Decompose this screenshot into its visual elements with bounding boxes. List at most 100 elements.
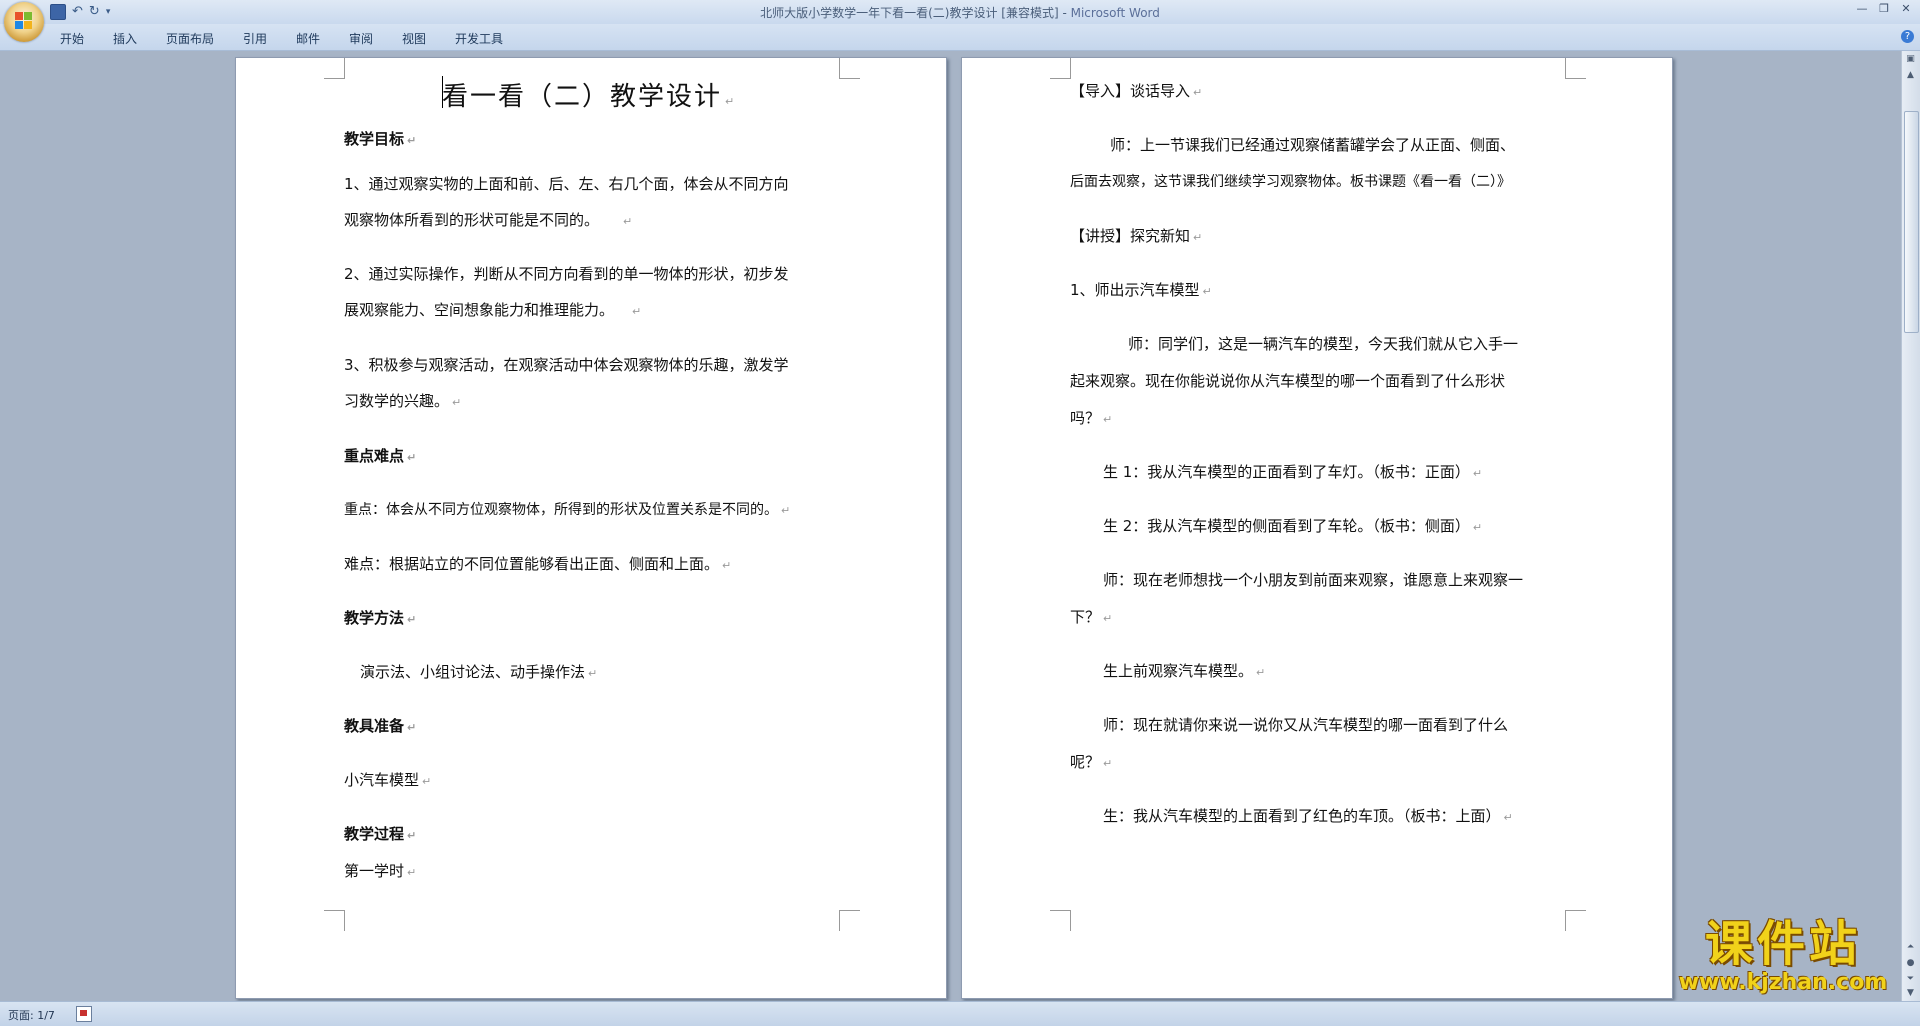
window-title: 北师大版小学数学一年下看一看(二)教学设计 [兼容模式] - Microsoft… bbox=[0, 4, 1920, 21]
window-controls: — ❐ ✕ bbox=[1856, 2, 1912, 15]
ruler-toggle-icon[interactable]: ▣ bbox=[1904, 53, 1917, 66]
paragraph-line[interactable]: 1、通过观察实物的上面和前、后、左、右几个面，体会从不同方向 bbox=[344, 173, 789, 194]
help-icon[interactable]: ? bbox=[1901, 30, 1914, 43]
page-2[interactable]: 【导入】谈话导入 ↵ 师：上一节课我们已经通过观察储蓄罐学会了从正面、侧面、 后面… bbox=[961, 57, 1673, 999]
tab-insert[interactable]: 插入 bbox=[113, 30, 137, 47]
line-text: 教学方法 bbox=[344, 609, 405, 627]
scroll-up-icon[interactable]: ▲ bbox=[1904, 69, 1917, 82]
scroll-thumb[interactable] bbox=[1904, 111, 1919, 333]
line-text: 下？ bbox=[1070, 608, 1101, 626]
line-text: 【讲授】探究新知 bbox=[1070, 227, 1191, 245]
paragraph-line[interactable]: 呢？ ↵ bbox=[1070, 751, 1112, 772]
paragraph-line[interactable]: 2、通过实际操作，判断从不同方向看到的单一物体的形状，初步发 bbox=[344, 263, 789, 284]
paragraph-line[interactable]: 【导入】谈话导入 ↵ bbox=[1070, 80, 1202, 101]
line-text: 重点：体会从不同方位观察物体，所得到的形状及位置关系是不同的。 bbox=[344, 502, 778, 518]
paragraph-line[interactable]: 师：同学们，这是一辆汽车的模型，今天我们就从它入手一 bbox=[1128, 333, 1518, 354]
paragraph-line[interactable]: 3、积极参与观察活动，在观察活动中体会观察物体的乐趣，激发学 bbox=[344, 354, 789, 375]
crop-mark bbox=[839, 910, 860, 931]
scroll-down-icon[interactable]: ▼ bbox=[1904, 987, 1917, 1000]
line-text: 教具准备 bbox=[344, 717, 405, 735]
line-text: 2、通过实际操作，判断从不同方向看到的单一物体的形状，初步发 bbox=[344, 265, 789, 283]
paragraph-line[interactable]: 第一学时 ↵ bbox=[344, 860, 416, 881]
line-text: 起来观察。现在你能说说你从汽车模型的哪一个面看到了什么形状 bbox=[1070, 372, 1506, 390]
line-text: 吗？ bbox=[1070, 409, 1101, 427]
tab-references[interactable]: 引用 bbox=[243, 30, 267, 47]
paragraph-line[interactable]: 下？ ↵ bbox=[1070, 606, 1112, 627]
page-1[interactable]: 看一看（二）教学设计 ↵ 教学目标 ↵ 1、通过观察实物的上面和前、后、左、右几个面… bbox=[235, 57, 947, 999]
line-text: 【导入】谈话导入 bbox=[1070, 82, 1191, 100]
next-page-icon[interactable]: ⏷ bbox=[1904, 973, 1917, 986]
paragraph-line[interactable]: 师：上一节课我们已经通过观察储蓄罐学会了从正面、侧面、 bbox=[1110, 134, 1515, 155]
previous-page-icon[interactable]: ⏶ bbox=[1904, 941, 1917, 954]
line-text: 教学过程 bbox=[344, 825, 405, 843]
line-text: 生上前观察汽车模型。 bbox=[1103, 662, 1254, 680]
crop-mark bbox=[839, 58, 860, 79]
tab-page-layout[interactable]: 页面布局 bbox=[166, 30, 214, 47]
paragraph-line[interactable]: 小汽车模型 ↵ bbox=[344, 769, 431, 790]
line-text: 生 2：我从汽车模型的侧面看到了车轮。（板书：侧面） bbox=[1103, 517, 1470, 535]
line-text: 习数学的兴趣。 bbox=[344, 392, 450, 410]
paragraph-line[interactable]: 习数学的兴趣。 ↵ bbox=[344, 390, 461, 411]
paragraph-line[interactable]: 吗？ ↵ bbox=[1070, 407, 1112, 428]
tab-developer[interactable]: 开发工具 bbox=[455, 30, 503, 47]
title-bar: ↶ ↻ ▾ 北师大版小学数学一年下看一看(二)教学设计 [兼容模式] - Mic… bbox=[0, 0, 1920, 42]
crop-mark bbox=[1050, 910, 1071, 931]
heading-teaching-aids[interactable]: 教具准备 ↵ bbox=[344, 715, 416, 736]
heading-text: 看一看（二）教学设计 bbox=[442, 82, 723, 112]
paragraph-line[interactable]: 生：我从汽车模型的上面看到了红色的车顶。（板书：上面） ↵ bbox=[1103, 805, 1513, 826]
tab-review[interactable]: 审阅 bbox=[349, 30, 373, 47]
document-heading[interactable]: 看一看（二）教学设计 ↵ bbox=[442, 76, 736, 113]
ribbon-tabs: 开始 插入 页面布局 引用 邮件 审阅 视图 开发工具 ? bbox=[0, 24, 1920, 51]
watermark-url: www.kjzhan.com bbox=[1678, 970, 1888, 995]
line-text: 第一学时 bbox=[344, 862, 405, 880]
select-browse-object-icon[interactable]: ● bbox=[1904, 957, 1917, 970]
paragraph-line[interactable]: 展观察能力、空间想象能力和推理能力。 ↵ bbox=[344, 299, 641, 320]
document-area: 看一看（二）教学设计 ↵ 教学目标 ↵ 1、通过观察实物的上面和前、后、左、右几个面… bbox=[0, 51, 1902, 1001]
paragraph-line[interactable]: 1、师出示汽车模型 ↵ bbox=[1070, 279, 1212, 300]
close-icon[interactable]: ✕ bbox=[1900, 2, 1912, 15]
line-text: 重点难点 bbox=[344, 447, 405, 465]
proofing-status-icon[interactable] bbox=[76, 1006, 92, 1022]
office-button[interactable] bbox=[4, 2, 44, 42]
paragraph-line[interactable]: 后面去观察，这节课我们继续学习观察物体。板书课题《看一看（二）》 bbox=[1070, 171, 1511, 191]
minimize-icon[interactable]: — bbox=[1856, 2, 1868, 15]
paragraph-line[interactable]: 师：现在老师想找一个小朋友到前面来观察，谁愿意上来观察一 bbox=[1103, 569, 1523, 590]
paragraph-line[interactable]: 演示法、小组讨论法、动手操作法 ↵ bbox=[360, 661, 597, 682]
line-text: 师：上一节课我们已经通过观察储蓄罐学会了从正面、侧面、 bbox=[1110, 136, 1516, 154]
heading-teaching-goals[interactable]: 教学目标 ↵ bbox=[344, 128, 416, 149]
tab-view[interactable]: 视图 bbox=[402, 30, 426, 47]
heading-key-points[interactable]: 重点难点 ↵ bbox=[344, 445, 416, 466]
line-text: 教学目标 bbox=[344, 130, 405, 148]
line-text: 演示法、小组讨论法、动手操作法 bbox=[360, 663, 586, 681]
paragraph-line[interactable]: 生 1：我从汽车模型的正面看到了车灯。（板书：正面） ↵ bbox=[1103, 461, 1482, 482]
paragraph-line[interactable]: 【讲授】探究新知 ↵ bbox=[1070, 225, 1202, 246]
watermark-name: 课件站 bbox=[1704, 916, 1861, 972]
vertical-scrollbar[interactable]: ▣ ▲ ⏶ ● ⏷ ▼ bbox=[1901, 51, 1920, 1001]
office-logo-icon bbox=[15, 12, 33, 30]
line-text: 师：现在就请你来说一说你又从汽车模型的哪一面看到了什么 bbox=[1103, 716, 1509, 734]
app-name: Microsoft Word bbox=[1070, 6, 1160, 20]
paragraph-line[interactable]: 重点：体会从不同方位观察物体，所得到的形状及位置关系是不同的。 ↵ bbox=[344, 499, 790, 519]
tab-mailings[interactable]: 邮件 bbox=[296, 30, 320, 47]
paragraph-line[interactable]: 观察物体所看到的形状可能是不同的。 ↵ bbox=[344, 209, 632, 230]
line-text: 呢？ bbox=[1070, 753, 1101, 771]
paragraph-line[interactable]: 起来观察。现在你能说说你从汽车模型的哪一个面看到了什么形状 bbox=[1070, 370, 1505, 391]
document-title: 北师大版小学数学一年下看一看(二)教学设计 [兼容模式] - bbox=[760, 6, 1071, 20]
tab-home[interactable]: 开始 bbox=[60, 30, 84, 47]
heading-teaching-method[interactable]: 教学方法 ↵ bbox=[344, 607, 416, 628]
crop-mark bbox=[1565, 910, 1586, 931]
line-text: 后面去观察，这节课我们继续学习观察物体。板书课题《看一看（二）》 bbox=[1070, 174, 1511, 190]
paragraph-line[interactable]: 师：现在就请你来说一说你又从汽车模型的哪一面看到了什么 bbox=[1103, 714, 1508, 735]
line-text: 1、师出示汽车模型 bbox=[1070, 281, 1200, 299]
page-number-status[interactable]: 页面: 1/7 bbox=[8, 1007, 55, 1023]
watermark-logo: 课件站 www.kjzhan.com bbox=[1668, 918, 1898, 996]
line-text: 观察物体所看到的形状可能是不同的。 bbox=[344, 211, 600, 229]
restore-icon[interactable]: ❐ bbox=[1878, 2, 1890, 15]
line-text: 生 1：我从汽车模型的正面看到了车灯。（板书：正面） bbox=[1103, 463, 1470, 481]
paragraph-line[interactable]: 生 2：我从汽车模型的侧面看到了车轮。（板书：侧面） ↵ bbox=[1103, 515, 1482, 536]
paragraph-line[interactable]: 难点：根据站立的不同位置能够看出正面、侧面和上面。 ↵ bbox=[344, 553, 731, 574]
paragraph-line[interactable]: 生上前观察汽车模型。 ↵ bbox=[1103, 660, 1265, 681]
crop-mark bbox=[1050, 58, 1071, 79]
status-bar: 页面: 1/7 bbox=[0, 1001, 1920, 1026]
heading-teaching-process[interactable]: 教学过程 ↵ bbox=[344, 823, 416, 844]
